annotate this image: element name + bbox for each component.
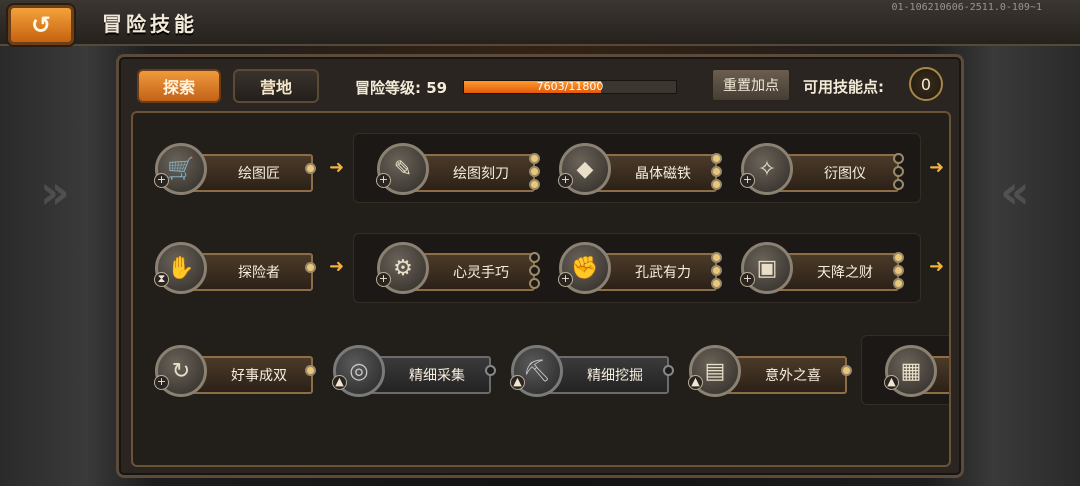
tab-camp[interactable]: 营地 — [233, 69, 319, 103]
reset-points-button[interactable]: 重置加点 — [711, 68, 791, 102]
skill-dot — [529, 153, 540, 164]
arrow-right-icon: ➜ — [929, 256, 945, 277]
up-icon: ▲ — [688, 375, 703, 390]
skill-dot — [711, 166, 722, 177]
arrow-right-icon: ➜ — [329, 157, 345, 178]
exp-progress-text: 7603/11800 — [536, 80, 604, 93]
plus-icon: + — [154, 375, 169, 390]
plus-icon: + — [558, 173, 573, 188]
skill-dot — [711, 265, 722, 276]
skill-map-scroll[interactable]: ▦ ▲ — [884, 345, 949, 397]
skill-engraving-knife[interactable]: ✎ + 绘图刻刀 — [376, 143, 547, 195]
hourglass-icon: ⧗ — [154, 272, 169, 287]
adventure-level-label: 冒险等级: 59 — [355, 79, 448, 97]
skill-cartographer[interactable]: 🛒 + 绘图匠 — [154, 143, 345, 195]
skill-dot — [711, 278, 722, 289]
skill-dot — [893, 153, 904, 164]
up-icon: ▲ — [332, 375, 347, 390]
right-chevron-icon: « — [1000, 165, 1030, 219]
version-label: 01-106210606-2511.0-109~1 — [891, 2, 1042, 13]
skill-dot — [663, 365, 674, 376]
skill-double-luck[interactable]: ↻ + 好事成双 — [154, 345, 345, 397]
skill-dot — [485, 365, 496, 376]
exp-progress-bar: 7603/11800 — [463, 80, 677, 94]
left-chevron-icon: » — [40, 165, 70, 219]
skill-dot — [893, 166, 904, 177]
up-icon: ▲ — [510, 375, 525, 390]
skill-dot — [529, 278, 540, 289]
skill-dot — [305, 163, 316, 174]
top-bar: ↺ 冒险技能 01-106210606-2511.0-109~1 — [0, 0, 1080, 46]
back-arrow-icon: ↺ — [30, 11, 52, 39]
skill-dot — [893, 179, 904, 190]
skill-dot — [711, 153, 722, 164]
skill-tree: 🛒 + 绘图匠 ➜ ✎ + 绘图刻刀 ◆ + 晶体磁铁 ✧ + 衍图仪 ➜ ✋ … — [131, 111, 951, 467]
skill-dot — [841, 365, 852, 376]
skill-dot — [711, 179, 722, 190]
skill-points-label: 可用技能点: — [803, 78, 884, 96]
arrow-right-icon: ➜ — [329, 256, 345, 277]
skill-dot — [711, 252, 722, 263]
arrow-right-icon: ➜ — [929, 157, 945, 178]
back-button[interactable]: ↺ — [8, 5, 74, 45]
up-icon: ▲ — [884, 375, 899, 390]
skill-crystal-magnet[interactable]: ◆ + 晶体磁铁 — [558, 143, 729, 195]
skill-dexterity[interactable]: ⚙ + 心灵手巧 — [376, 242, 547, 294]
skill-dot — [893, 278, 904, 289]
skill-windfall[interactable]: ▣ + 天降之财 — [740, 242, 911, 294]
skill-dot — [529, 265, 540, 276]
skill-dot — [305, 365, 316, 376]
skill-dot — [893, 252, 904, 263]
skill-dot — [529, 252, 540, 263]
page-title: 冒险技能 — [102, 12, 198, 36]
skill-derivation-instrument[interactable]: ✧ + 衍图仪 — [740, 143, 911, 195]
skill-dot — [893, 265, 904, 276]
plus-icon: + — [740, 173, 755, 188]
skill-dot — [529, 166, 540, 177]
skill-dot — [305, 262, 316, 273]
plus-icon: + — [740, 272, 755, 287]
skill-strength[interactable]: ✊ + 孔武有力 — [558, 242, 729, 294]
plus-icon: + — [376, 173, 391, 188]
skill-surprise[interactable]: ▤ ▲ 意外之喜 — [688, 345, 859, 397]
skill-fine-digging[interactable]: ⛏ ▲ 精细挖掘 — [510, 345, 681, 397]
skill-fine-gathering[interactable]: ◎ ▲ 精细采集 — [332, 345, 503, 397]
tab-explore[interactable]: 探索 — [137, 69, 221, 103]
plus-icon: + — [558, 272, 573, 287]
plus-icon: + — [154, 173, 169, 188]
skills-panel: 探索 营地 冒险等级: 59 7603/11800 重置加点 可用技能点: 0 … — [116, 54, 964, 478]
skill-explorer[interactable]: ✋ ⧗ 探险者 — [154, 242, 345, 294]
plus-icon: + — [376, 272, 391, 287]
skill-points-value: 0 — [909, 67, 943, 101]
skill-dot — [529, 179, 540, 190]
